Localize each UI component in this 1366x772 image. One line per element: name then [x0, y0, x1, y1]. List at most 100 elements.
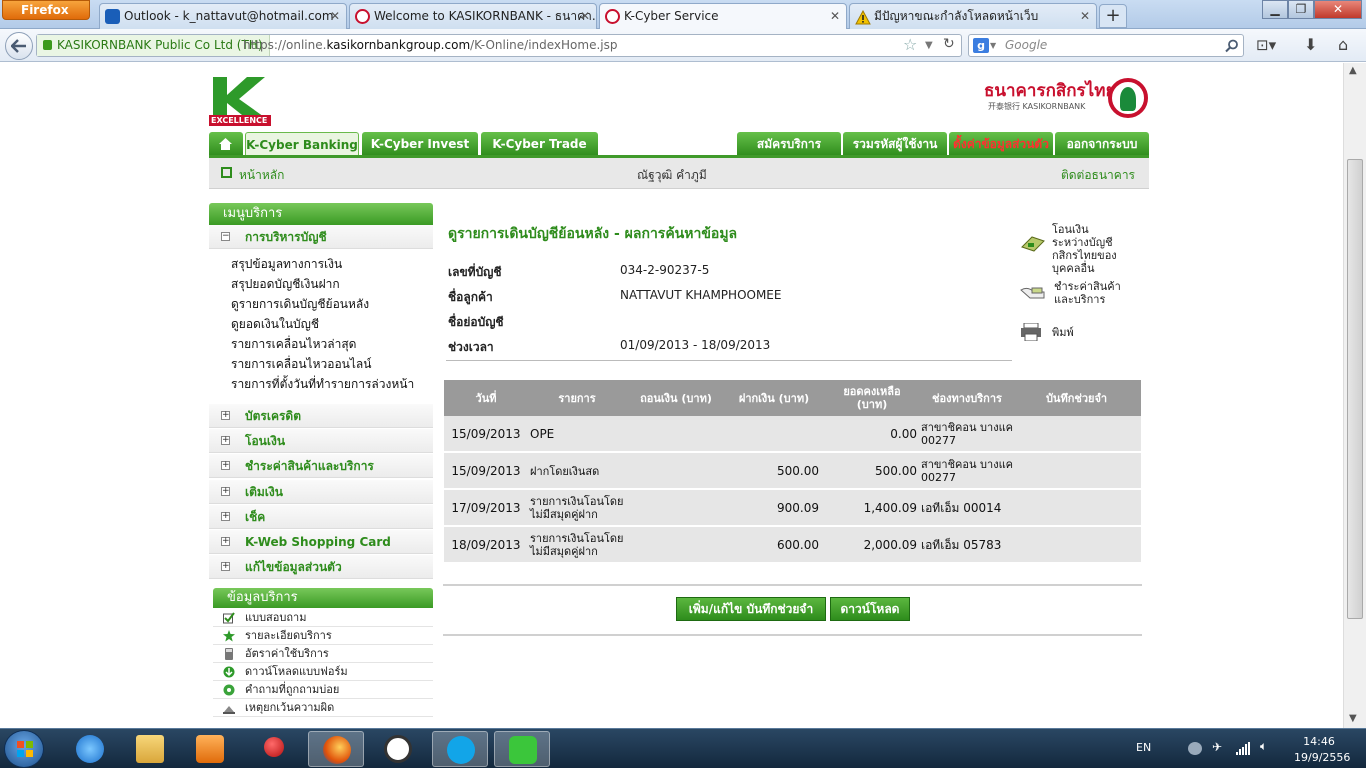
taskbar-explorer[interactable] [122, 731, 178, 767]
expand-icon[interactable]: + [221, 436, 230, 445]
expand-icon[interactable]: + [221, 487, 230, 496]
info-item-faq[interactable]: คำถามที่ถูกถามบ่อย [213, 681, 433, 699]
expand-icon[interactable]: + [221, 562, 230, 571]
menu-item-online-transactions[interactable]: รายการเคลื่อนไหวออนไลน์ [231, 355, 371, 374]
menu-item-financial-summary[interactable]: สรุปข้อมูลทางการเงิน [231, 255, 342, 274]
info-item-service-details[interactable]: รายละเอียดบริการ [213, 627, 433, 645]
collapse-icon[interactable]: − [221, 232, 230, 241]
tab-k-cyber-invest[interactable]: K-Cyber Invest [362, 132, 478, 156]
taskbar-line[interactable] [494, 731, 550, 767]
edit-memo-button[interactable]: เพิ่ม/แก้ไข บันทึกช่วยจำ [676, 597, 826, 621]
home-link[interactable]: หน้าหลัก [239, 166, 284, 185]
tab-title: Welcome to KASIKORNBANK - ธนาคา... [374, 9, 597, 23]
close-icon[interactable]: ✕ [1080, 4, 1090, 28]
start-button[interactable] [4, 730, 44, 768]
bookmarks-menu-icon[interactable]: ⊡▾ [1256, 36, 1276, 54]
menu-section-edit-profile[interactable]: + แก้ไขข้อมูลส่วนตัว [209, 555, 433, 579]
tab-load-problem[interactable]: มีปัญหาขณะกำลังโหลดหน้าเว็บ ✕ [849, 3, 1097, 29]
memo-cell[interactable] [1014, 527, 1139, 563]
tray-flag-icon[interactable]: ✈ [1212, 740, 1226, 754]
taskbar-clock[interactable] [370, 731, 426, 767]
col-deposit: ฝากเงิน (บาท) [738, 391, 810, 405]
tab-k-cyber-service[interactable]: K-Cyber Service ✕ [599, 3, 847, 29]
download-button[interactable]: ดาวน์โหลด [830, 597, 910, 621]
action-print[interactable]: พิมพ์ [1018, 323, 1138, 347]
url-text[interactable]: https://online.kasikornbankgroup.com/K-O… [243, 35, 618, 56]
taskbar-pin[interactable] [246, 731, 302, 767]
firefox-menu-button[interactable]: Firefox [2, 0, 90, 20]
close-window-button[interactable]: ✕ [1314, 0, 1362, 19]
info-item-disclaimer[interactable]: เหตุยกเว้นความผิด [213, 699, 433, 717]
expand-icon[interactable]: + [221, 512, 230, 521]
system-clock[interactable]: 14:46 19/9/2556 [1294, 734, 1350, 766]
tab-outlook[interactable]: Outlook - k_nattavut@hotmail.com ✕ [99, 3, 347, 29]
expand-icon[interactable]: + [221, 461, 230, 470]
menu-section-topup[interactable]: + เติมเงิน [209, 480, 433, 504]
network-signal-icon[interactable] [1236, 742, 1250, 755]
scroll-thumb[interactable] [1347, 159, 1363, 619]
taskbar-skype[interactable] [432, 731, 488, 767]
tab-settings[interactable]: ตั้งค่าข้อมูลส่วนตัว [949, 132, 1053, 156]
expand-icon[interactable]: + [221, 411, 230, 420]
menu-section-payment[interactable]: + ชำระค่าสินค้าและบริการ [209, 454, 433, 478]
info-item-service-fees[interactable]: อัตราค่าใช้บริการ [213, 645, 433, 663]
kasikornbank-logo[interactable]: ธนาคารกสิกรไทย 开泰银行 KASIKORNBANK [984, 77, 1150, 118]
info-item-survey[interactable]: แบบสอบถาม [213, 609, 433, 627]
search-bar[interactable]: g ▼ Google [968, 34, 1244, 57]
memo-cell[interactable] [1014, 416, 1139, 452]
minimize-button[interactable]: ▁ [1262, 0, 1288, 19]
menu-item-scheduled-transactions[interactable]: รายการที่ตั้งวันที่ทำรายการล่วงหน้า [231, 375, 414, 394]
dropdown-arrow-icon[interactable]: ▼ [990, 35, 996, 56]
row-withdrawal [626, 453, 722, 489]
volume-icon[interactable]: 🔈︎ [1260, 739, 1274, 753]
dropdown-arrow-icon[interactable]: ▼ [925, 35, 933, 56]
new-tab-button[interactable]: + [1099, 4, 1127, 28]
home-icon[interactable]: ⌂ [1338, 35, 1348, 54]
close-icon[interactable]: ✕ [330, 4, 340, 28]
menu-section-k-web-shopping-card[interactable]: + K-Web Shopping Card [209, 530, 433, 554]
menu-section-transfer[interactable]: + โอนเงิน [209, 429, 433, 453]
tray-disk-icon[interactable] [1188, 742, 1202, 755]
language-indicator[interactable]: EN [1136, 741, 1151, 754]
action-transfer-other[interactable]: โอนเงินระหว่างบัญชีกสิกรไทยของบุคคลอื่น [1018, 223, 1138, 275]
menu-section-credit-card[interactable]: + บัตรเครดิต [209, 404, 433, 428]
url-bar[interactable]: KASIKORNBANK Public Co Ltd (TH) https://… [36, 34, 962, 57]
table-row: 17/09/2013 รายการเงินโอนโดยไม่มีสมุดคู่ฝ… [444, 490, 1141, 526]
search-icon[interactable] [1225, 39, 1239, 53]
menu-item-balance[interactable]: ดูยอดเงินในบัญชี [231, 315, 319, 334]
info-item-download-forms[interactable]: ดาวน์โหลดแบบฟอร์ม [213, 663, 433, 681]
google-icon[interactable]: g [973, 38, 989, 53]
contact-bank-link[interactable]: ติดต่อธนาคาร [1061, 166, 1135, 185]
tab-k-cyber-banking[interactable]: K-Cyber Banking [245, 132, 359, 156]
menu-section-cheque[interactable]: + เช็ค [209, 505, 433, 529]
menu-item-statement-history[interactable]: ดูรายการเดินบัญชีย้อนหลัง [231, 295, 369, 314]
tab-combine-user[interactable]: รวมรหัสผู้ใช้งาน [843, 132, 947, 156]
memo-cell[interactable] [1014, 453, 1139, 489]
memo-cell[interactable] [1014, 490, 1139, 526]
taskbar-media[interactable] [182, 731, 238, 767]
downloads-icon[interactable]: ⬇ [1304, 35, 1317, 54]
tab-k-cyber-trade[interactable]: K-Cyber Trade [481, 132, 598, 156]
expand-icon[interactable]: + [221, 537, 230, 546]
action-payment[interactable]: ชำระค่าสินค้าและบริการ [1018, 280, 1138, 308]
menu-item-latest-transactions[interactable]: รายการเคลื่อนไหวล่าสุด [231, 335, 356, 354]
taskbar-ie[interactable] [62, 731, 118, 767]
menu-item-deposit-summary[interactable]: สรุปยอดบัญชีเงินฝาก [231, 275, 340, 294]
maximize-button[interactable]: ❐ [1288, 0, 1314, 19]
home-tab[interactable] [209, 132, 243, 156]
menu-section-account[interactable]: − การบริหารบัญชี [209, 225, 433, 249]
back-button[interactable] [5, 32, 33, 60]
tab-register[interactable]: สมัครบริการ [737, 132, 841, 156]
tab-logout[interactable]: ออกจากระบบ [1055, 132, 1149, 156]
reload-icon[interactable]: ↻ [943, 34, 955, 55]
bookmark-star-icon[interactable]: ☆ [903, 34, 917, 55]
scroll-down-icon[interactable]: ▼ [1349, 713, 1357, 724]
page-scrollbar[interactable]: ▲ ▼ [1343, 63, 1366, 728]
tab-kasikornbank-welcome[interactable]: Welcome to KASIKORNBANK - ธนาคา... ✕ [349, 3, 597, 29]
scroll-up-icon[interactable]: ▲ [1349, 65, 1357, 76]
site-identity-button[interactable]: KASIKORNBANK Public Co Ltd (TH) [37, 35, 270, 56]
taskbar-firefox[interactable] [308, 731, 364, 767]
close-icon[interactable]: ✕ [830, 4, 840, 28]
k-excellence-logo[interactable]: EXCELLENCE [209, 75, 273, 127]
close-icon[interactable]: ✕ [580, 4, 590, 28]
